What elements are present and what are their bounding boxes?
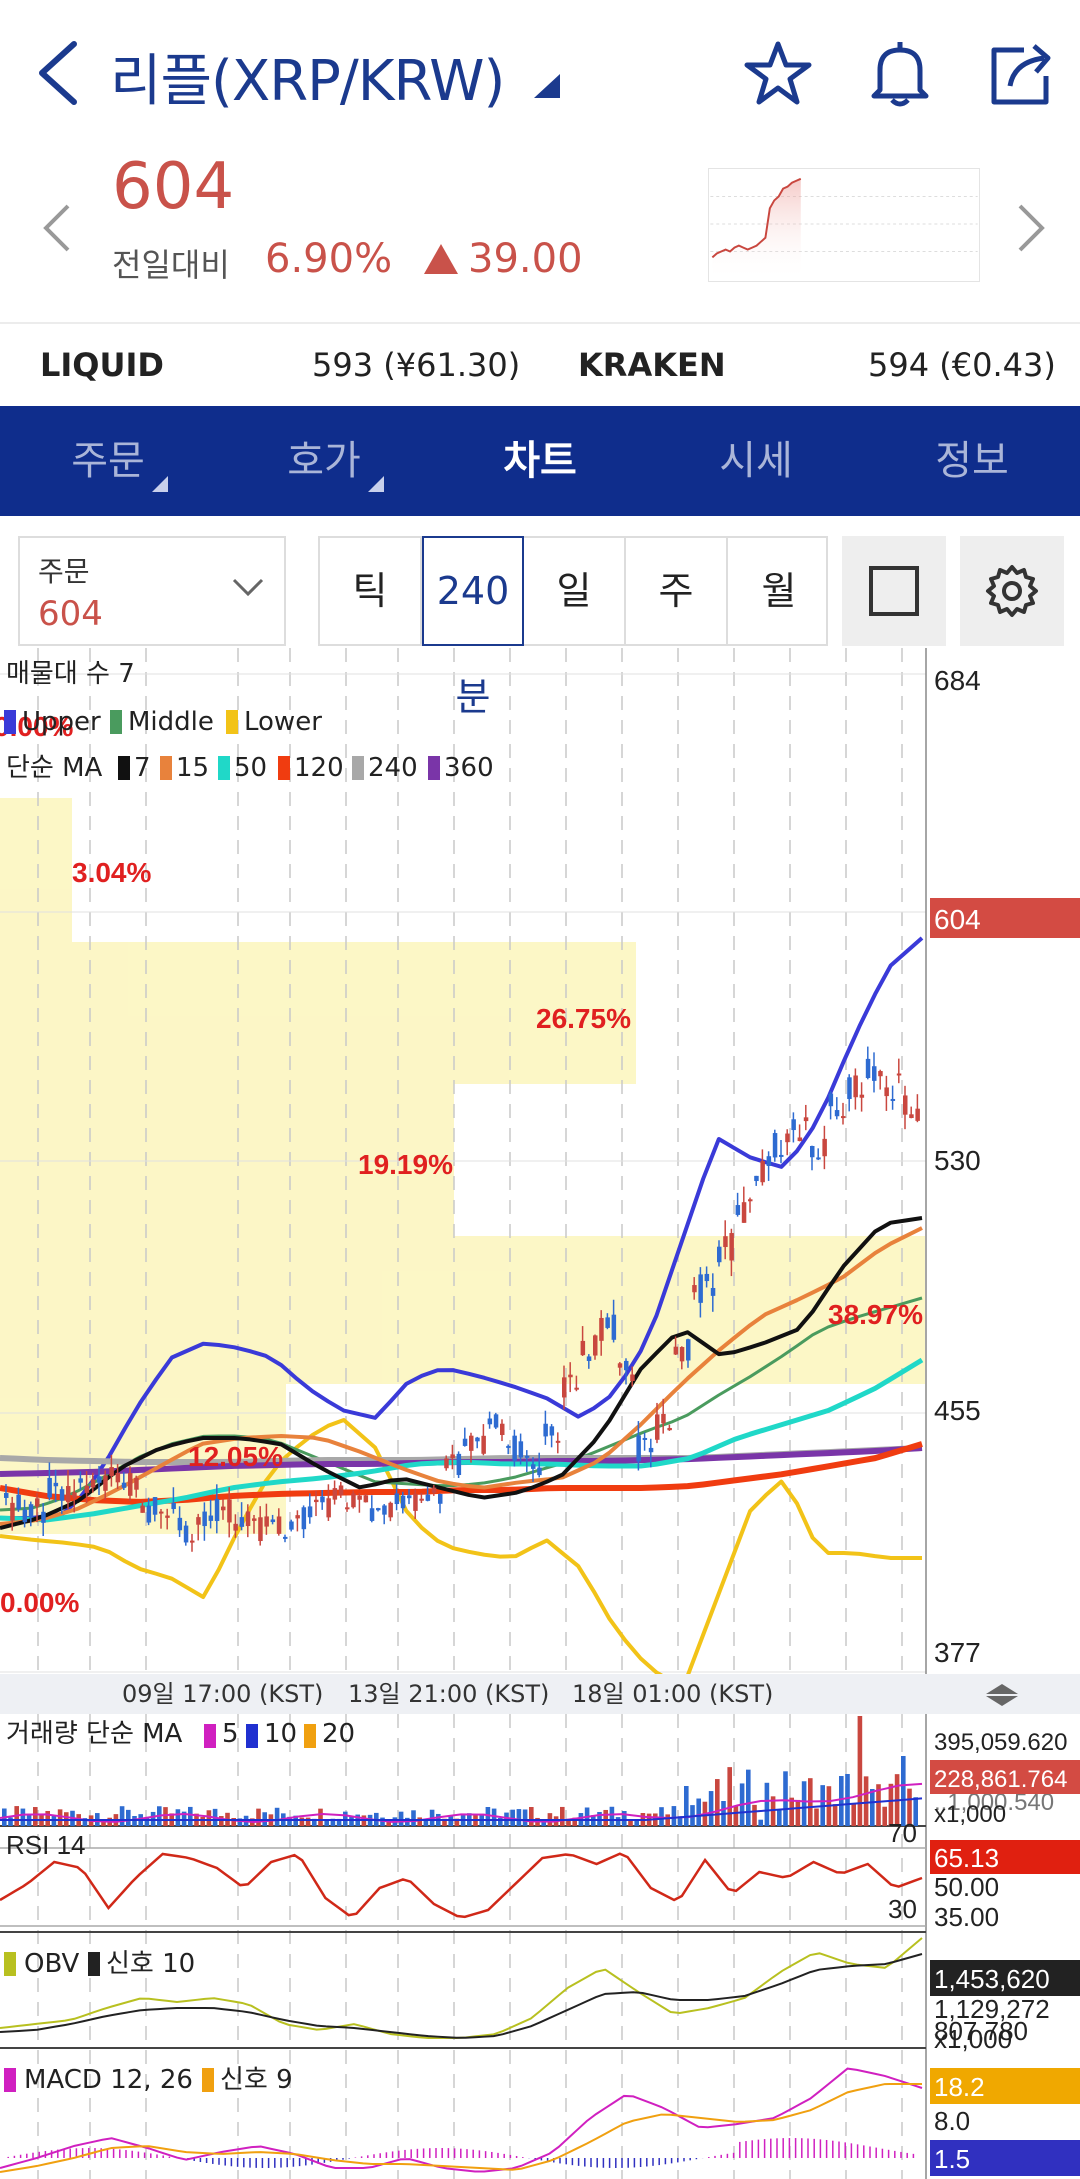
fullscreen-button[interactable]	[842, 536, 946, 646]
period-240min[interactable]: 240분	[422, 536, 524, 719]
obv-title: OBV	[24, 1949, 80, 1979]
square-icon	[869, 566, 919, 616]
up-triangle-icon	[424, 244, 458, 274]
period-day[interactable]: 일	[524, 538, 626, 644]
tab-market[interactable]: 시세	[648, 406, 864, 516]
tab-chart[interactable]: 차트	[432, 406, 648, 516]
obv-signal-legend: 신호 10	[106, 1949, 195, 1979]
title-dropdown-icon[interactable]	[534, 74, 560, 98]
star-icon[interactable]	[740, 36, 816, 112]
volume-profile-legend: 매물대 수 7	[6, 659, 135, 689]
rsi-axis-label: 35.00	[934, 1902, 999, 1932]
period-tick[interactable]: 틱	[320, 538, 422, 644]
price-chart[interactable]: 0.00% 3.04% 26.75% 19.19% 38.97% 12.05% …	[0, 648, 1080, 2179]
change-value: 39.00	[468, 236, 583, 282]
rsi-panel: RSI 14 70 65.13 50.00 35.00 30	[0, 1818, 1080, 1933]
exchange-row: LIQUID 593 (¥61.30) KRAKEN 594 (€0.43)	[0, 322, 1080, 406]
sparkline-chart	[708, 168, 980, 282]
volume-title: 거래량 단순 MA	[6, 1719, 183, 1749]
tab-orderbook[interactable]: 호가	[216, 406, 432, 516]
obv-axis-label: x1,000	[934, 2024, 1012, 2054]
settings-button[interactable]	[960, 536, 1064, 646]
chart-controls: 주문 604 틱 240분 일 주 월	[0, 516, 1080, 719]
x-tick: 13일 21:00 (KST)	[348, 1680, 549, 1708]
period-selector: 틱 240분 일 주 월	[318, 536, 830, 719]
legend-ma15: 15	[176, 753, 209, 783]
legend-ma360: 360	[444, 753, 494, 783]
change-percent: 6.90%	[265, 236, 393, 282]
order-select[interactable]: 주문 604	[18, 536, 286, 646]
vp-label: 19.19%	[358, 1149, 453, 1180]
y-tick: 684	[934, 665, 981, 696]
legend-middle: Middle	[128, 707, 214, 737]
main-tabs: 주문 호가 차트 시세 정보	[0, 406, 1080, 516]
change-label: 전일대비	[112, 246, 230, 284]
vol-ma-legend: 20	[322, 1719, 355, 1749]
macd-signal-legend: 신호 9	[220, 2065, 293, 2095]
ma-legend-title: 단순 MA	[6, 753, 103, 783]
bell-icon[interactable]	[862, 36, 938, 112]
chevron-down-icon	[232, 578, 264, 597]
vp-label: 3.04%	[72, 857, 151, 888]
rsi-axis-label: 30	[888, 1894, 917, 1924]
vol-current-tag: 228,861.764	[934, 1766, 1067, 1793]
exchange-name: KRAKEN	[578, 346, 726, 384]
app-header: 리플(XRP/KRW)	[0, 0, 1080, 150]
next-coin-icon[interactable]	[1010, 200, 1050, 256]
rsi-axis-label: 70	[888, 1818, 917, 1848]
prev-coin-icon[interactable]	[38, 200, 78, 256]
x-tick: 09일 17:00 (KST)	[122, 1680, 323, 1708]
legend-upper: Upper	[22, 707, 101, 737]
macd-title: MACD 12, 26	[24, 2065, 193, 2095]
last-price-tag: 604	[934, 904, 981, 935]
macd-panel: MACD 12, 26 신호 9 18.2 8.0 1.5	[0, 2065, 1080, 2176]
legend-ma7: 7	[134, 753, 151, 783]
vp-label: 12.05%	[188, 1441, 283, 1472]
rsi-title: RSI 14	[6, 1830, 86, 1860]
rsi-axis-label: 50.00	[934, 1872, 999, 1902]
vp-label: 0.00%	[0, 1587, 79, 1618]
y-tick: 530	[934, 1145, 981, 1176]
x-tick: 18일 01:00 (KST)	[572, 1680, 773, 1708]
volume-panel: 거래량 단순 MA 5 10 20 395,059.620 ..1,000.54…	[0, 1716, 1080, 1828]
order-select-label: 주문	[38, 555, 90, 588]
period-week[interactable]: 주	[626, 538, 728, 644]
tab-info[interactable]: 정보	[864, 406, 1080, 516]
obv-panel: OBV 신호 10 1,453,620 1,129,272 807,780 x1…	[0, 1937, 1080, 2054]
gear-icon	[986, 565, 1038, 617]
period-month[interactable]: 월	[728, 538, 830, 644]
legend-ma120: 120	[294, 753, 344, 783]
legend-ma240: 240	[368, 753, 418, 783]
tab-order[interactable]: 주문	[0, 406, 216, 516]
vol-ma-legend: 5	[222, 1719, 239, 1749]
macd-axis-label: 8.0	[934, 2106, 970, 2136]
share-icon[interactable]	[984, 36, 1060, 112]
exchange-price: 593 (¥61.30)	[312, 346, 521, 384]
rsi-current-tag: 65.13	[934, 1843, 999, 1873]
exchange-price: 594 (€0.43)	[868, 346, 1056, 384]
obv-current-tag: 1,453,620	[934, 1964, 1050, 1994]
legend-ma50: 50	[234, 753, 267, 783]
vol-axis-label: x1,000	[934, 1801, 1006, 1828]
vol-ma-legend: 10	[264, 1719, 297, 1749]
exchange-name: LIQUID	[40, 346, 164, 384]
vol-axis-label: 395,059.620	[934, 1729, 1067, 1756]
current-price: 604	[112, 150, 235, 224]
legend-lower: Lower	[244, 707, 322, 737]
vp-label: 38.97%	[828, 1299, 923, 1330]
vp-label: 26.75%	[536, 1003, 631, 1034]
y-tick: 377	[934, 1637, 981, 1668]
order-select-value: 604	[38, 594, 103, 634]
page-title[interactable]: 리플(XRP/KRW)	[110, 36, 505, 117]
y-tick: 455	[934, 1395, 981, 1426]
back-icon[interactable]	[30, 38, 90, 108]
macd-hist-tag: 1.5	[934, 2144, 970, 2174]
macd-current-tag: 18.2	[934, 2072, 985, 2102]
